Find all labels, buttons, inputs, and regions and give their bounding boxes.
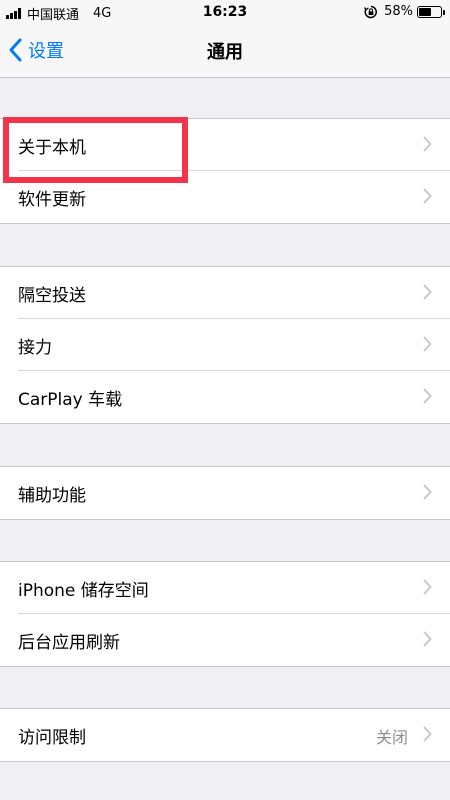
chevron-right-icon — [423, 726, 432, 742]
row-label: iPhone 储存空间 — [18, 581, 149, 601]
row-value: 关闭 — [375, 728, 408, 747]
row-label: 软件更新 — [18, 190, 86, 210]
row-iphone-storage[interactable]: iPhone 储存空间 — [0, 562, 450, 614]
row-label: CarPlay 车载 — [18, 390, 123, 410]
chevron-right-icon — [423, 484, 432, 500]
page-title: 通用 — [207, 42, 243, 63]
row-software-update[interactable]: 软件更新 — [0, 171, 450, 223]
chevron-right-icon — [423, 188, 432, 204]
row-label: 辅助功能 — [18, 486, 86, 506]
row-label: 接力 — [18, 338, 52, 358]
chevron-right-icon — [423, 136, 432, 152]
row-handoff[interactable]: 接力 — [0, 319, 450, 371]
row-label: 访问限制 — [18, 728, 86, 748]
chevron-right-icon — [423, 631, 432, 647]
battery-fill — [419, 7, 432, 16]
row-label: 隔空投送 — [18, 286, 86, 306]
settings-group-storage: iPhone 储存空间 后台应用刷新 — [0, 561, 450, 667]
battery-icon — [417, 5, 445, 18]
row-about[interactable]: 关于本机 — [0, 119, 450, 171]
row-restrictions[interactable]: 访问限制 关闭 — [0, 709, 450, 761]
chevron-right-icon — [423, 388, 432, 404]
settings-group-continuity: 隔空投送 接力 CarPlay 车载 — [0, 266, 450, 424]
settings-group-about: 关于本机 软件更新 — [0, 118, 450, 224]
navigation-bar: 设置 通用 — [0, 24, 450, 78]
row-airdrop[interactable]: 隔空投送 — [0, 267, 450, 319]
chevron-right-icon — [423, 336, 432, 352]
row-carplay[interactable]: CarPlay 车载 — [0, 371, 450, 423]
row-background-refresh[interactable]: 后台应用刷新 — [0, 614, 450, 666]
chevron-right-icon — [423, 284, 432, 300]
settings-group-restrictions: 访问限制 关闭 — [0, 708, 450, 762]
settings-group-accessibility: 辅助功能 — [0, 466, 450, 520]
chevron-right-icon — [423, 579, 432, 595]
status-right: 58% — [364, 4, 445, 19]
rotation-lock-icon — [364, 5, 378, 18]
row-accessibility[interactable]: 辅助功能 — [0, 467, 450, 519]
row-label: 关于本机 — [18, 138, 86, 158]
status-bar: 中国联通 4G 16:23 58% — [0, 0, 450, 24]
battery-percent: 58% — [384, 4, 413, 19]
row-label: 后台应用刷新 — [18, 633, 120, 653]
